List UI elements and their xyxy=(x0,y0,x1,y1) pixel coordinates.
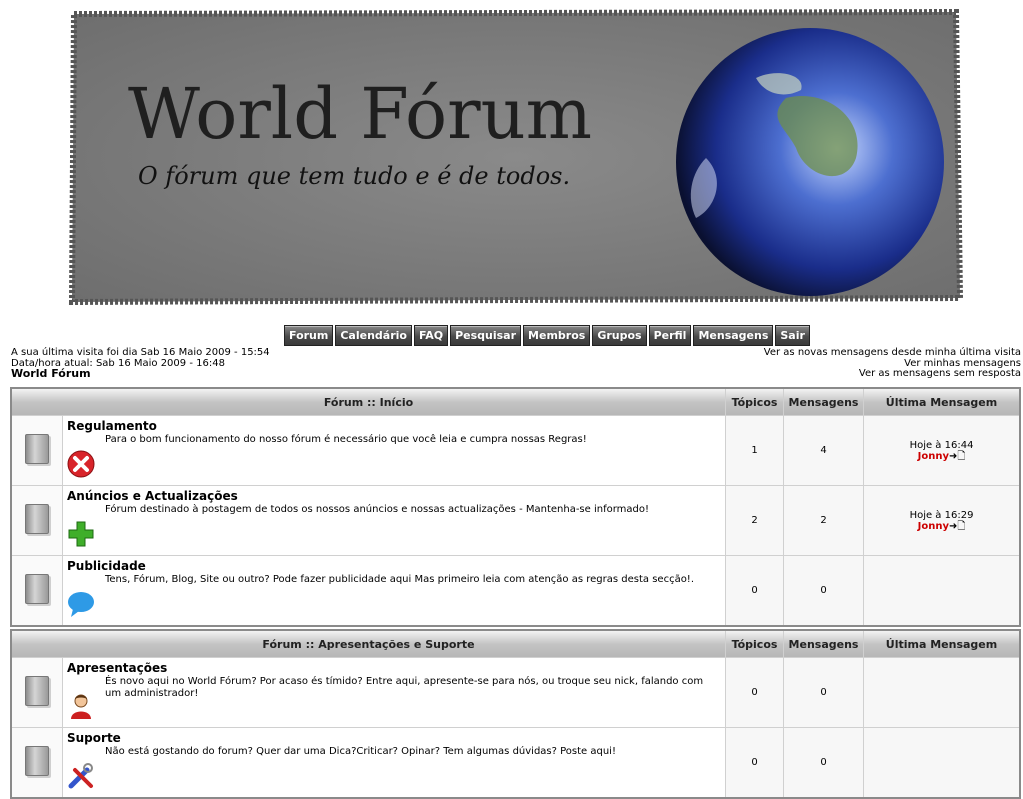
nav-grupos[interactable]: Grupos xyxy=(592,325,647,346)
header-last: Última Mensagem xyxy=(863,387,1021,416)
messages-count: 0 xyxy=(783,555,864,627)
folder-icon xyxy=(25,676,49,706)
topics-count: 0 xyxy=(725,727,784,799)
main-nav: Forum Calendário FAQ Pesquisar Membros G… xyxy=(284,325,810,346)
header-messages: Mensagens xyxy=(783,629,864,658)
topics-count: 2 xyxy=(725,485,784,556)
forum-name[interactable]: Regulamento xyxy=(67,419,721,433)
last-post xyxy=(863,555,1021,627)
banner-image: World Fórum O fórum que tem tudo e é de … xyxy=(68,8,964,306)
messages-count: 0 xyxy=(783,727,864,799)
forum-description: Para o bom funcionamento do nosso fórum … xyxy=(105,434,587,445)
forum-description: Não está gostando do forum? Quer dar uma… xyxy=(105,746,616,757)
folder-icon xyxy=(25,574,49,604)
speech-bubble-icon xyxy=(68,592,94,617)
topics-count: 1 xyxy=(725,415,784,486)
topics-count: 0 xyxy=(725,657,784,728)
folder-icon xyxy=(25,504,49,534)
category-title[interactable]: Fórum :: Apresentações e Suporte xyxy=(10,629,726,658)
red-x-icon xyxy=(67,450,95,478)
header-messages: Mensagens xyxy=(783,387,864,416)
header-last: Última Mensagem xyxy=(863,629,1021,658)
category-table-inicio: Fórum :: Início Tópicos Mensagens Última… xyxy=(10,387,1021,627)
goto-post-icon[interactable]: ➜🗋 xyxy=(949,521,965,532)
forum-name[interactable]: Anúncios e Actualizações xyxy=(67,489,721,503)
messages-count: 4 xyxy=(783,415,864,486)
forum-description: És novo aqui no World Fórum? Por acaso é… xyxy=(105,676,704,699)
goto-post-icon[interactable]: ➜🗋 xyxy=(949,451,965,462)
last-post xyxy=(863,657,1021,728)
forum-description: Fórum destinado à postagem de todos os n… xyxy=(105,504,650,515)
nav-faq[interactable]: FAQ xyxy=(413,325,449,346)
nav-membros[interactable]: Membros xyxy=(523,325,591,346)
nav-calendario[interactable]: Calendário xyxy=(335,325,412,346)
last-visit-text: A sua última visita foi dia Sab 16 Maio … xyxy=(11,347,270,358)
quick-links: Ver as novas mensagens desde minha últim… xyxy=(764,347,1021,380)
nav-forum[interactable]: Forum xyxy=(284,325,334,346)
forum-row: Publicidade Tens, Fórum, Blog, Site ou o… xyxy=(10,555,1021,627)
visit-info: A sua última visita foi dia Sab 16 Maio … xyxy=(11,347,270,380)
user-icon xyxy=(71,694,91,719)
green-plus-icon xyxy=(68,521,94,547)
link-new-messages[interactable]: Ver as novas mensagens desde minha últim… xyxy=(764,347,1021,359)
banner-subtitle: O fórum que tem tudo e é de todos. xyxy=(138,162,570,190)
header-topics: Tópicos xyxy=(725,387,784,416)
forum-name[interactable]: Apresentações xyxy=(67,661,721,675)
last-post: Hoje à 16:29 Jonny➜🗋 xyxy=(863,485,1021,556)
forum-name-link[interactable]: World Fórum xyxy=(11,368,270,380)
forum-name[interactable]: Publicidade xyxy=(67,559,721,573)
last-post xyxy=(863,727,1021,799)
banner: World Fórum O fórum que tem tudo e é de … xyxy=(66,8,964,306)
topics-count: 0 xyxy=(725,555,784,627)
last-post-user[interactable]: Jonny xyxy=(918,521,949,532)
last-post-time: Hoje à 16:29 xyxy=(909,509,974,521)
messages-count: 2 xyxy=(783,485,864,556)
category-table-apresentacoes: Fórum :: Apresentações e Suporte Tópicos… xyxy=(10,629,1021,799)
forum-row: Regulamento Para o bom funcionamento do … xyxy=(10,415,1021,486)
last-post-user[interactable]: Jonny xyxy=(918,451,949,462)
folder-icon xyxy=(25,746,49,776)
category-title[interactable]: Fórum :: Início xyxy=(10,387,726,416)
forum-row: Anúncios e Actualizações Fórum destinado… xyxy=(10,485,1021,556)
banner-title: World Fórum xyxy=(128,73,592,155)
nav-sair[interactable]: Sair xyxy=(775,325,810,346)
nav-perfil[interactable]: Perfil xyxy=(648,325,692,346)
tools-icon xyxy=(68,763,93,789)
last-post: Hoje à 16:44 Jonny➜🗋 xyxy=(863,415,1021,486)
nav-mensagens[interactable]: Mensagens xyxy=(693,325,774,346)
forum-row: Suporte Não está gostando do forum? Quer… xyxy=(10,727,1021,799)
folder-icon xyxy=(25,434,49,464)
messages-count: 0 xyxy=(783,657,864,728)
forum-description: Tens, Fórum, Blog, Site ou outro? Pode f… xyxy=(105,574,694,585)
nav-pesquisar[interactable]: Pesquisar xyxy=(450,325,522,346)
forum-name[interactable]: Suporte xyxy=(67,731,721,745)
link-unanswered[interactable]: Ver as mensagens sem resposta xyxy=(764,368,1021,380)
header-topics: Tópicos xyxy=(725,629,784,658)
forum-row: Apresentações És novo aqui no World Fóru… xyxy=(10,657,1021,728)
last-post-time: Hoje à 16:44 xyxy=(909,439,974,451)
